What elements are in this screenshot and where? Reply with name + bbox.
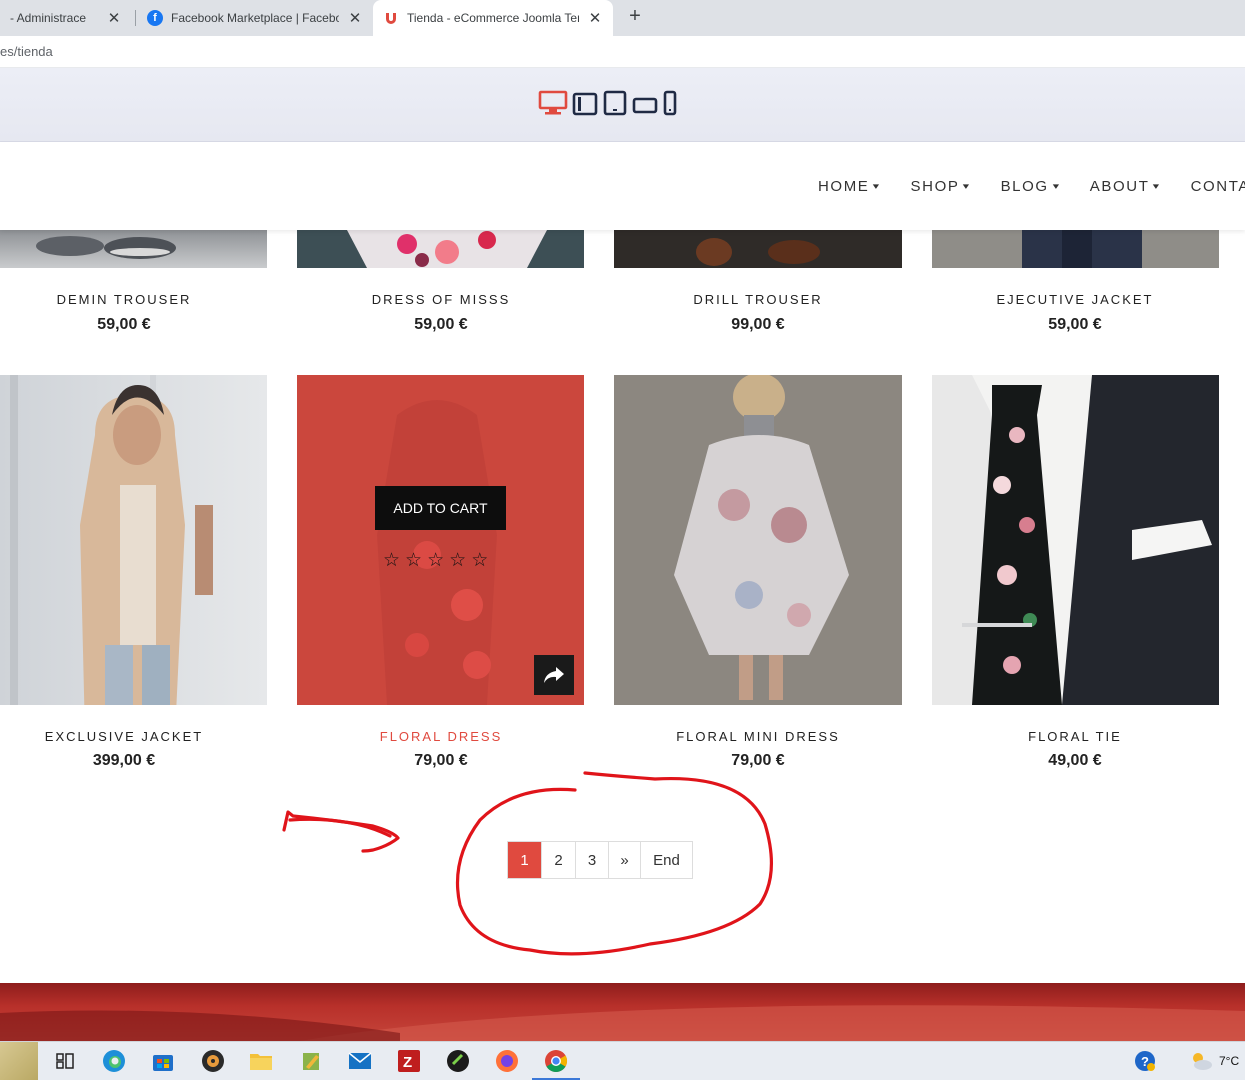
product-image-ejecutive-jacket[interactable] <box>932 230 1219 268</box>
product-image-floral-mini-dress[interactable] <box>614 375 902 705</box>
nav-home[interactable]: HOME ▾ <box>818 178 881 195</box>
site-header: HOME ▾ SHOP ▾ BLOG ▾ ABOUT ▾ CONTA <box>0 142 1245 230</box>
page-1-button[interactable]: 1 <box>508 842 542 878</box>
end-page-button[interactable]: End <box>641 842 692 878</box>
tab-administrace[interactable]: - Administrace ✕ <box>0 0 132 36</box>
product-price: 79,00 € <box>731 752 785 769</box>
nav-label: HOME <box>818 178 870 195</box>
facebook-icon: f <box>147 10 163 26</box>
tablet-icon[interactable] <box>602 90 628 116</box>
chevron-down-icon: ▾ <box>873 181 882 191</box>
product-name[interactable]: EXCLUSIVE JACKET <box>0 729 268 744</box>
tablet-landscape-icon[interactable] <box>632 94 658 116</box>
annotation-arrow <box>282 810 400 853</box>
temperature-readout: 7°C <box>1219 1054 1240 1068</box>
product-image-floral-tie[interactable] <box>932 375 1219 705</box>
product-image-drill-trouser[interactable] <box>614 230 902 268</box>
start-widget-icon[interactable] <box>0 1042 38 1080</box>
nav-label: ABOUT <box>1089 178 1150 195</box>
product-image-demin-trouser[interactable] <box>0 230 267 268</box>
url-text: es/tienda <box>0 44 53 59</box>
edge-icon[interactable] <box>101 1048 127 1074</box>
help-icon[interactable]: ? <box>1132 1048 1158 1074</box>
firefox-icon[interactable] <box>494 1048 520 1074</box>
next-page-button[interactable]: » <box>609 842 641 878</box>
star-icon[interactable]: ☆ <box>449 551 466 570</box>
product-price: 59,00 € <box>1048 316 1102 333</box>
taskbar: Z ? 7°C <box>0 1041 1245 1080</box>
share-arrow-icon <box>544 667 564 683</box>
product-name[interactable]: FLORAL DRESS <box>297 729 585 744</box>
product-name[interactable]: DEMIN TROUSER <box>0 292 268 307</box>
product-price: 59,00 € <box>414 316 468 333</box>
footer-banner <box>0 983 1245 1041</box>
add-to-cart-button[interactable]: ADD TO CART <box>375 486 506 530</box>
product-price: 59,00 € <box>97 316 151 333</box>
task-view-icon[interactable] <box>52 1048 78 1074</box>
tab-tienda[interactable]: Tienda - eCommerce Joomla Tem ✕ <box>373 0 613 36</box>
desktop-icon[interactable] <box>538 90 568 116</box>
product-price: 399,00 € <box>92 752 156 769</box>
product-name[interactable]: DRILL TROUSER <box>614 292 902 307</box>
product-name[interactable]: FLORAL TIE <box>931 729 1219 744</box>
notes-app-icon[interactable] <box>298 1048 324 1074</box>
page-3-button[interactable]: 3 <box>576 842 609 878</box>
store-icon[interactable] <box>150 1048 176 1074</box>
product-image-exclusive-jacket[interactable] <box>0 375 267 705</box>
page-2-button[interactable]: 2 <box>542 842 576 878</box>
nav-label: BLOG <box>1000 178 1049 195</box>
pagination: 1 2 3 » End <box>507 841 693 879</box>
star-icon[interactable]: ☆ <box>405 551 422 570</box>
rating-stars: ☆ ☆ ☆ ☆ ☆ <box>383 551 488 570</box>
ccleaner-icon[interactable] <box>445 1048 471 1074</box>
star-icon[interactable]: ☆ <box>427 551 444 570</box>
close-icon[interactable]: ✕ <box>587 9 603 27</box>
chevron-down-icon: ▾ <box>1052 181 1062 191</box>
file-explorer-icon[interactable] <box>248 1048 274 1074</box>
product-price: 49,00 € <box>1048 752 1102 769</box>
tab-title: Facebook Marketplace | Faceboo <box>171 11 339 25</box>
chrome-icon[interactable] <box>543 1048 569 1074</box>
new-tab-button[interactable]: + <box>624 5 646 28</box>
nav-label: SHOP <box>910 178 960 195</box>
product-card-floral-dress-hover[interactable]: ADD TO CART ☆ ☆ ☆ ☆ ☆ <box>297 375 584 705</box>
share-button[interactable] <box>534 655 574 695</box>
tab-title: Tienda - eCommerce Joomla Tem <box>407 11 579 25</box>
nav-contact[interactable]: CONTA <box>1191 178 1245 195</box>
product-name[interactable]: EJECUTIVE JACKET <box>931 292 1219 307</box>
nav-blog[interactable]: BLOG ▾ <box>1001 178 1060 195</box>
device-preview-bar <box>0 68 1245 142</box>
chevron-down-icon: ▾ <box>963 181 972 191</box>
product-image-dress-of-misss[interactable] <box>297 230 584 268</box>
address-bar[interactable]: es/tienda <box>0 36 1245 68</box>
product-name[interactable]: DRESS OF MISSS <box>297 292 585 307</box>
mail-icon[interactable] <box>347 1048 373 1074</box>
browser-tab-strip: - Administrace ✕ f Facebook Marketplace … <box>0 0 1245 36</box>
tab-separator <box>135 10 136 26</box>
product-name[interactable]: FLORAL MINI DRESS <box>614 729 902 744</box>
nav-shop[interactable]: SHOP ▾ <box>911 178 971 195</box>
star-icon[interactable]: ☆ <box>471 551 488 570</box>
filezilla-icon[interactable]: Z <box>396 1048 422 1074</box>
mobile-icon[interactable] <box>662 90 678 116</box>
nav-label: CONTA <box>1190 178 1245 195</box>
svg-text:Z: Z <box>403 1054 412 1071</box>
product-price: 79,00 € <box>414 752 468 769</box>
star-icon[interactable]: ☆ <box>383 551 400 570</box>
tab-facebook-marketplace[interactable]: f Facebook Marketplace | Faceboo ✕ <box>137 0 373 36</box>
tienda-favicon-icon <box>383 10 399 26</box>
device-switcher <box>538 90 678 116</box>
tab-title: - Administrace <box>10 11 87 25</box>
close-icon[interactable]: ✕ <box>106 9 122 27</box>
nav-about[interactable]: ABOUT ▾ <box>1090 178 1161 195</box>
laptop-icon[interactable] <box>572 92 598 116</box>
annotation-arrow-tail <box>288 817 392 838</box>
media-player-icon[interactable] <box>200 1048 226 1074</box>
main-nav: HOME ▾ SHOP ▾ BLOG ▾ ABOUT ▾ CONTA <box>818 178 1245 195</box>
close-icon[interactable]: ✕ <box>347 9 363 27</box>
product-price: 99,00 € <box>731 316 785 333</box>
chevron-down-icon: ▾ <box>1153 181 1162 191</box>
weather-icon[interactable] <box>1188 1048 1214 1074</box>
